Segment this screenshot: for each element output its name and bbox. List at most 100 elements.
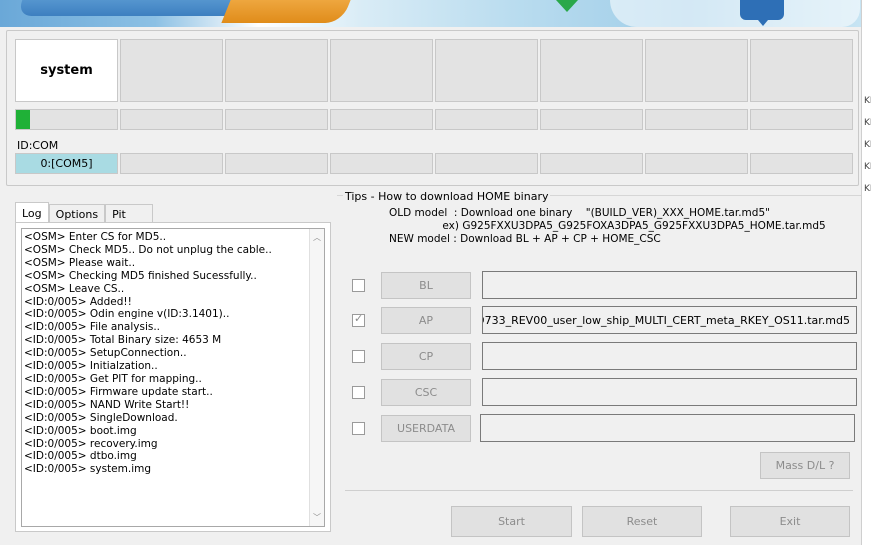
log-line: <ID:0/005> dtbo.img (24, 450, 137, 463)
kb-label: KB (864, 118, 871, 128)
log-line: <ID:0/005> Total Binary size: 4653 M (24, 334, 222, 347)
cp-checkbox[interactable] (352, 349, 365, 363)
ap-button[interactable]: AP (381, 306, 471, 334)
slot-empty (330, 39, 433, 102)
reset-button[interactable]: Reset (582, 506, 702, 537)
userdata-checkbox[interactable] (352, 421, 365, 435)
file-row-csc: CSC (352, 378, 857, 406)
world-map-graphic (610, 0, 860, 27)
log-line: <ID:0/005> Added!! (24, 295, 132, 308)
map-marker-icon (556, 0, 578, 12)
log-line: <OSM> Leave CS.. (24, 282, 125, 295)
csc-button[interactable]: CSC (381, 378, 471, 406)
log-line: <OSM> Checking MD5 finished Sucessfully.… (24, 269, 257, 282)
progress-row (15, 109, 853, 130)
log-panel: <OSM> Enter CS for MD5.. <OSM> Check MD5.… (15, 222, 331, 532)
chevron-up-icon[interactable]: ︿ (313, 232, 321, 243)
kb-label: KB (864, 96, 871, 106)
progress-bar-empty (540, 109, 643, 130)
file-row-bl: BL (352, 271, 857, 299)
log-line: <ID:0/005> File analysis.. (24, 321, 161, 334)
header-banner (0, 0, 861, 27)
location-pin-icon (740, 0, 784, 26)
idcom-label: ID:COM (17, 139, 59, 152)
port-com5: 0:[COM5] (15, 153, 118, 174)
tab-options[interactable]: Options (48, 204, 106, 223)
bl-checkbox[interactable] (352, 278, 365, 292)
tips-line: ex) G925FXXU3DPA5_G925FOXA3DPA5_G925FXXU… (389, 220, 826, 232)
log-line: <OSM> Please wait.. (24, 256, 136, 269)
port-empty (540, 153, 643, 174)
log-line: <ID:0/005> recovery.img (24, 437, 158, 450)
bl-path-field[interactable] (482, 271, 857, 299)
log-line: <ID:0/005> SetupConnection.. (24, 347, 187, 360)
port-empty (435, 153, 538, 174)
kb-label: KB (864, 184, 871, 194)
port-empty (330, 153, 433, 174)
log-line: <OSM> Enter CS for MD5.. (24, 231, 167, 243)
port-empty (225, 153, 328, 174)
progress-bar-empty (330, 109, 433, 130)
start-button[interactable]: Start (451, 506, 572, 537)
log-line: <OSM> Check MD5.. Do not unplug the cabl… (24, 243, 272, 256)
tips-group: Tips - How to download HOME binary OLD m… (337, 190, 861, 259)
progress-bar (15, 109, 118, 130)
kb-label: KB (864, 162, 871, 172)
slot-empty (435, 39, 538, 102)
slot-empty (645, 39, 748, 102)
tips-text: OLD model : Download one binary "(BUILD_… (389, 207, 826, 246)
log-textarea[interactable]: <OSM> Enter CS for MD5.. <OSM> Check MD5.… (21, 228, 325, 527)
divider (345, 490, 853, 491)
log-line: <ID:0/005> Firmware update start.. (24, 385, 213, 398)
log-line: <ID:0/005> boot.img (24, 424, 137, 437)
log-line: <ID:0/005> Get PIT for mapping.. (24, 372, 202, 385)
userdata-button[interactable]: USERDATA (381, 414, 471, 442)
background-window-edge: KB KB KB KB KB (861, 0, 871, 545)
cp-path-field[interactable] (482, 342, 857, 370)
tips-line: NEW model : Download BL + AP + CP + HOME… (389, 233, 661, 245)
cp-button[interactable]: CP (381, 342, 471, 370)
log-line: <ID:0/005> NAND Write Start!! (24, 398, 190, 411)
slot-empty (540, 39, 643, 102)
progress-bar-empty (750, 109, 853, 130)
tab-bar: Log Options Pit (15, 202, 154, 223)
bl-button[interactable]: BL (381, 271, 471, 299)
ap-path-field[interactable]: )47379733_REV00_user_low_ship_MULTI_CERT… (482, 306, 857, 334)
banner-accent-shape (221, 0, 355, 23)
progress-bar-empty (120, 109, 223, 130)
tips-line: OLD model : Download one binary "(BUILD_… (389, 207, 770, 219)
port-empty (750, 153, 853, 174)
partition-slots: system (15, 39, 853, 102)
progress-bar-empty (225, 109, 328, 130)
slot-empty (750, 39, 853, 102)
log-text: <OSM> Enter CS for MD5.. <OSM> Check MD5.… (24, 231, 272, 476)
port-empty (120, 153, 223, 174)
exit-button[interactable]: Exit (730, 506, 850, 537)
file-row-cp: CP (352, 342, 857, 370)
file-row-ap: AP )47379733_REV00_user_low_ship_MULTI_C… (352, 306, 857, 334)
log-line: <ID:0/005> Odin engine v(ID:3.1401).. (24, 308, 230, 321)
port-empty (645, 153, 748, 174)
ap-checkbox[interactable] (352, 312, 365, 327)
csc-checkbox[interactable] (352, 385, 365, 399)
log-scrollbar[interactable]: ︿ ﹀ (309, 229, 324, 526)
slot-system: system (15, 39, 118, 102)
tab-log[interactable]: Log (15, 202, 49, 223)
idcom-row: 0:[COM5] (15, 153, 853, 174)
progress-fill (16, 110, 31, 129)
progress-bar-empty (435, 109, 538, 130)
chevron-down-icon[interactable]: ﹀ (313, 512, 321, 523)
csc-path-field[interactable] (482, 378, 857, 406)
userdata-path-field[interactable] (480, 414, 855, 442)
slot-empty (225, 39, 328, 102)
log-line: <ID:0/005> SingleDownload. (24, 411, 178, 424)
progress-bar-empty (645, 109, 748, 130)
log-line: <ID:0/005> Initialzation.. (24, 360, 158, 373)
mass-dl-button[interactable]: Mass D/L ? (760, 452, 850, 479)
file-row-userdata: USERDATA (352, 414, 855, 442)
tab-pit[interactable]: Pit (105, 204, 154, 223)
tips-title: Tips - How to download HOME binary (343, 190, 551, 203)
log-line: <ID:0/005> system.img (24, 463, 152, 476)
slot-empty (120, 39, 223, 102)
device-status-group: system ID:COM 0:[COM5] (6, 30, 859, 186)
